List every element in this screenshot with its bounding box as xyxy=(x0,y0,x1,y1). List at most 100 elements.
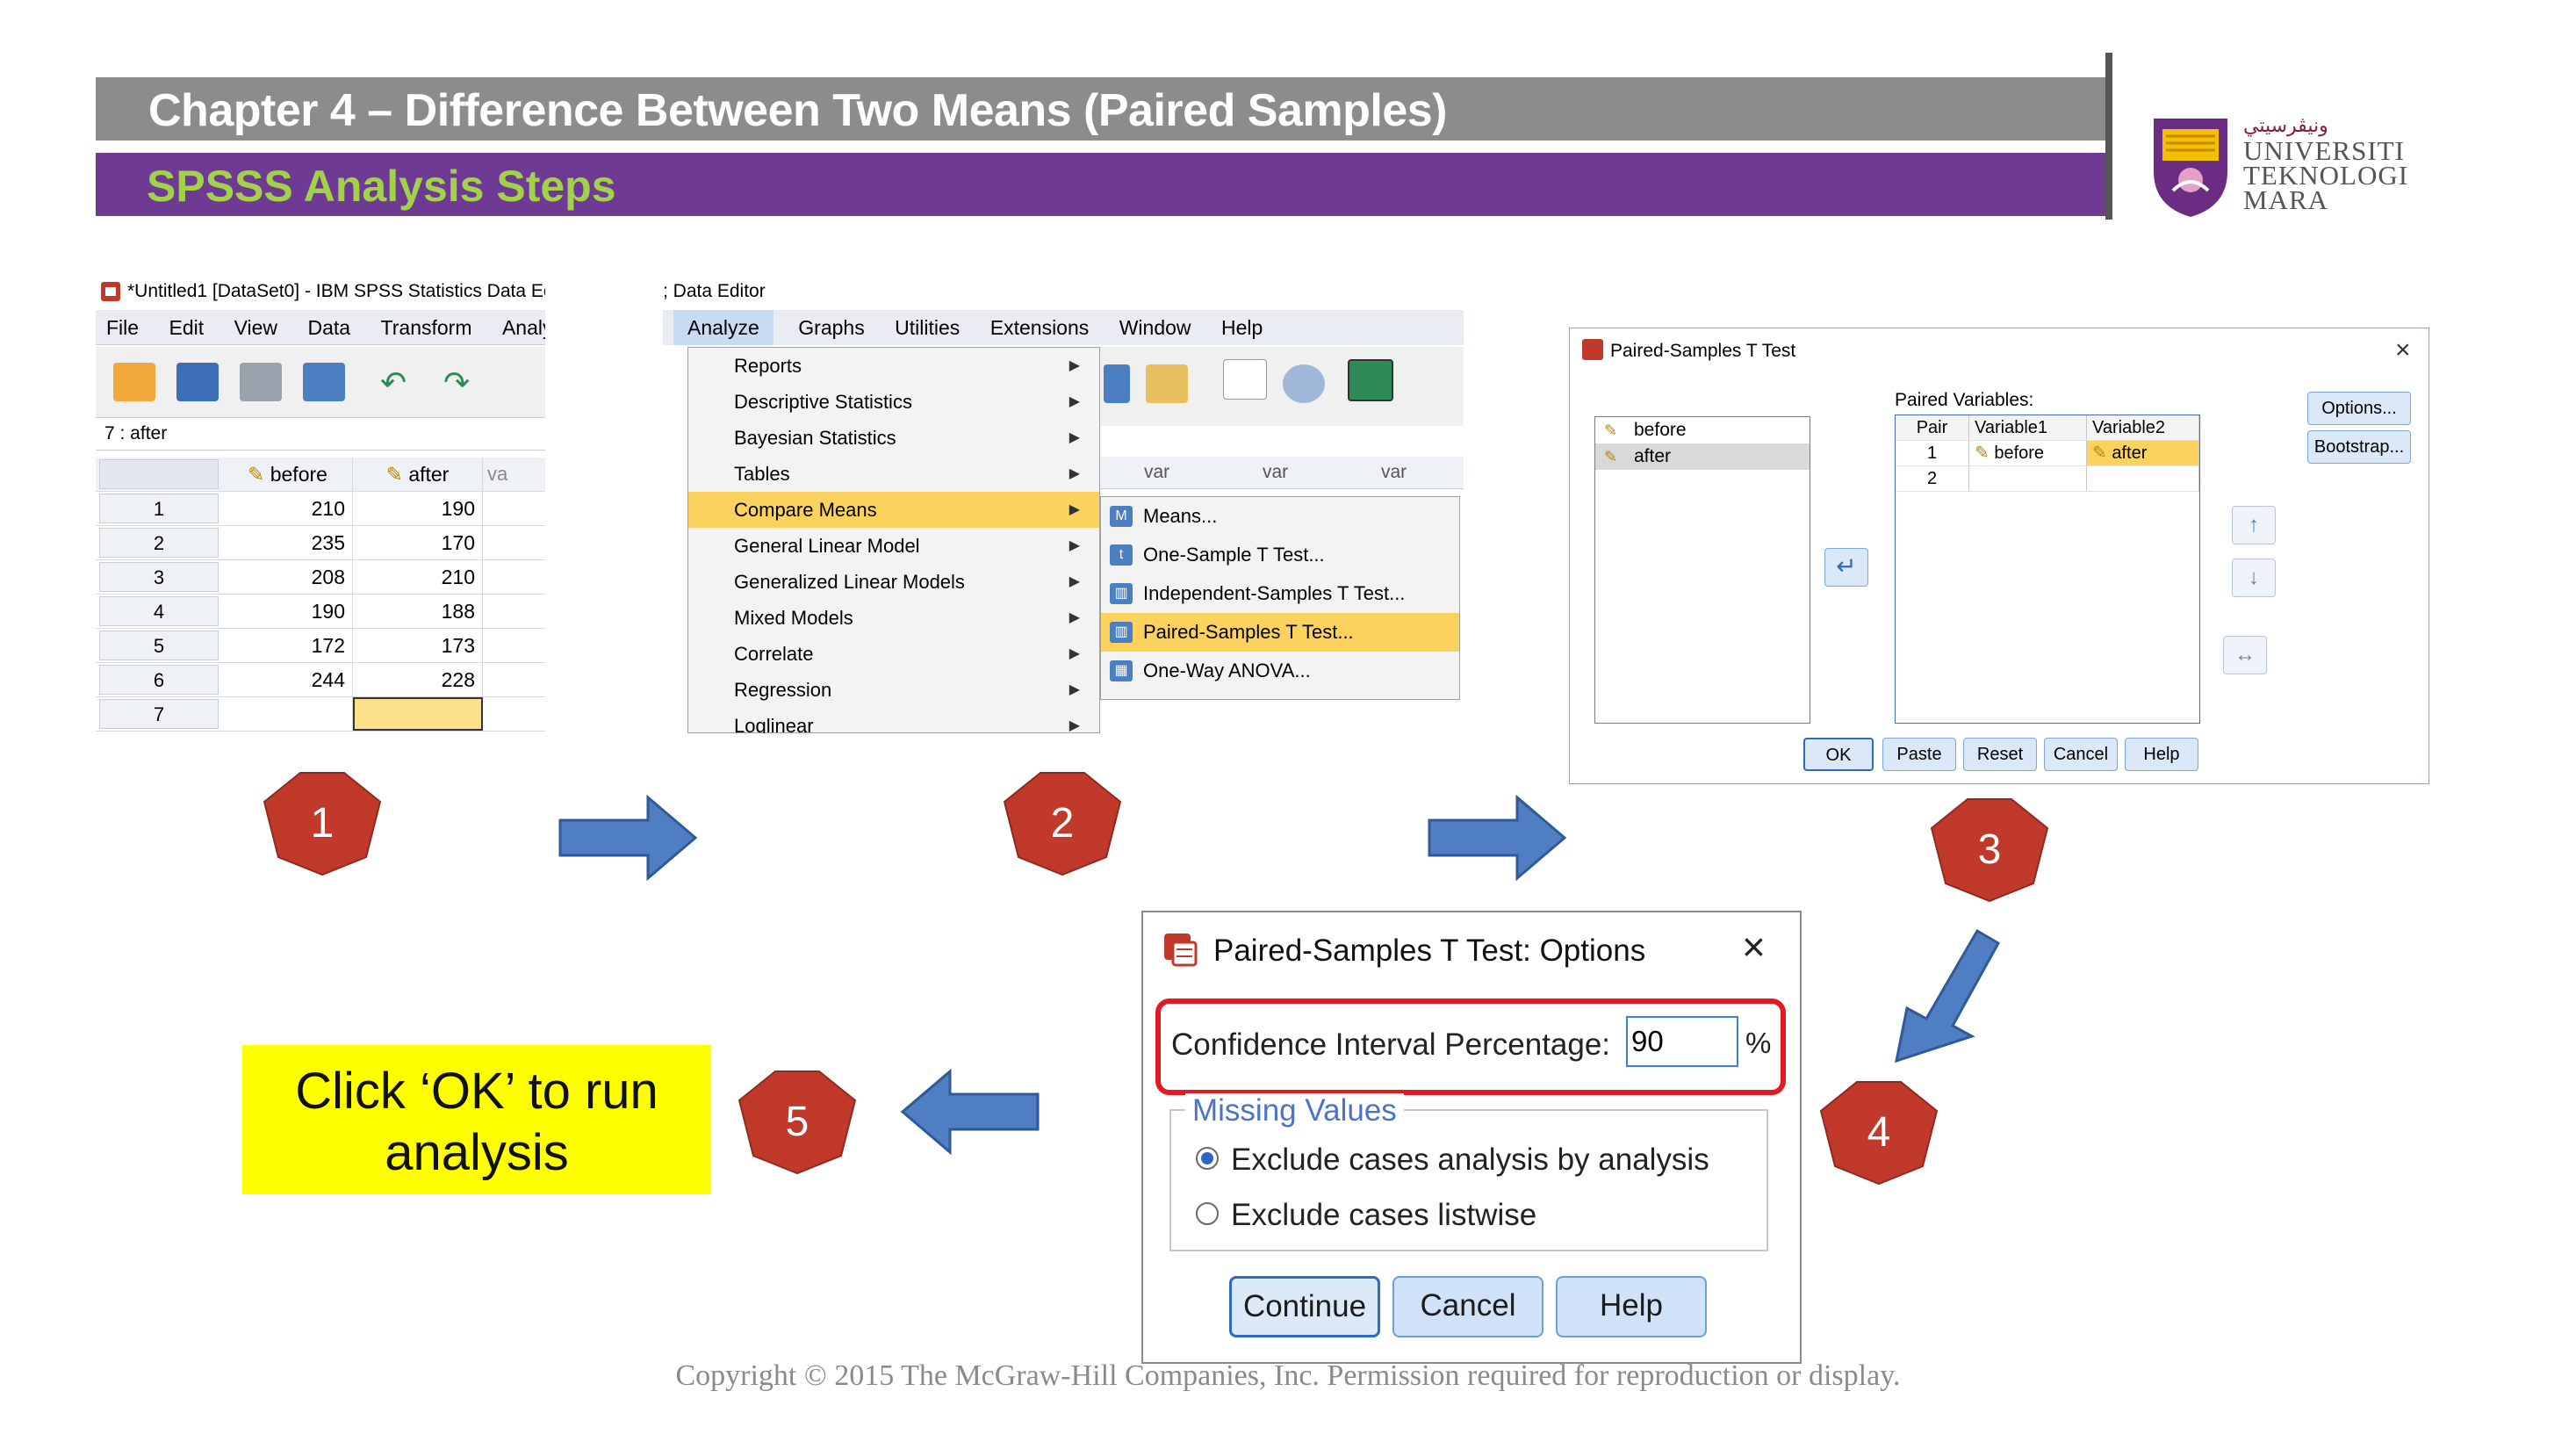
variable-label: before xyxy=(1634,420,1687,440)
menu-file[interactable]: File xyxy=(106,310,139,345)
row-number[interactable]: 6 xyxy=(99,665,219,695)
close-icon[interactable]: × xyxy=(2395,335,2411,365)
menu-window[interactable]: Window xyxy=(1119,310,1191,345)
table-icon[interactable] xyxy=(1146,364,1188,403)
menu-graphs[interactable]: Graphs xyxy=(798,310,864,345)
row-number[interactable]: 1 xyxy=(99,494,219,523)
swap-arrow-icon[interactable]: ↔ xyxy=(2223,636,2267,674)
cell-before[interactable]: 208 xyxy=(223,560,353,594)
menu-item-bayesian-statistics[interactable]: Bayesian Statistics ▶ xyxy=(688,420,1099,456)
help-button[interactable]: Help xyxy=(2125,738,2198,771)
row-number[interactable]: 2 xyxy=(99,528,219,558)
cell-after-selected[interactable] xyxy=(353,697,483,731)
source-variable-before[interactable]: ✎ before xyxy=(1595,417,1810,443)
cell-before[interactable]: 172 xyxy=(223,629,353,662)
submenu-item-means[interactable]: M Means... xyxy=(1101,497,1459,536)
radio-label-analysis-by-analysis[interactable]: Exclude cases analysis by analysis xyxy=(1231,1143,1709,1178)
cell-before[interactable]: 244 xyxy=(223,663,353,696)
pair-variable2[interactable]: ✎ after xyxy=(2087,441,2199,465)
move-arrow-button[interactable]: ↵ xyxy=(1824,548,1868,587)
save-icon[interactable] xyxy=(176,363,219,401)
menu-item-compare-means[interactable]: Compare Means ▶ xyxy=(688,492,1099,528)
menu-item-reports[interactable]: Reports ▶ xyxy=(688,348,1099,384)
menu-help[interactable]: Help xyxy=(1221,310,1263,345)
table-row[interactable]: 1 ✎ before ✎ after xyxy=(1896,441,2199,466)
cell-before[interactable]: 210 xyxy=(223,492,353,525)
redo-icon[interactable]: ↷ xyxy=(443,367,486,399)
paste-button[interactable]: Paste xyxy=(1882,738,1956,771)
menu-item-loglinear[interactable]: Loglinear ▶ xyxy=(688,708,1099,733)
menu-item-regression[interactable]: Regression ▶ xyxy=(688,672,1099,708)
menu-utilities[interactable]: Utilities xyxy=(895,310,960,345)
table-row[interactable]: 2 xyxy=(1896,466,2199,492)
dialog-recall-icon[interactable] xyxy=(303,363,345,401)
value-labels-icon[interactable] xyxy=(1223,359,1267,400)
move-down-arrow-icon[interactable]: ↓ xyxy=(2232,559,2276,597)
cell-before[interactable] xyxy=(223,697,353,731)
continue-button[interactable]: Continue xyxy=(1229,1276,1380,1337)
column-header-after[interactable]: ✎ after xyxy=(353,458,483,491)
radio-label-listwise[interactable]: Exclude cases listwise xyxy=(1231,1198,1536,1233)
move-up-arrow-icon[interactable]: ↑ xyxy=(2232,506,2276,544)
cell-after[interactable]: 190 xyxy=(353,492,483,525)
cell-before[interactable]: 190 xyxy=(223,595,353,628)
menu-data[interactable]: Data xyxy=(308,310,351,345)
circles-icon[interactable] xyxy=(1283,364,1325,403)
submenu-item-independent-samples-t-test[interactable]: ▥ Independent-Samples T Test... xyxy=(1101,574,1459,613)
cancel-button[interactable]: Cancel xyxy=(2044,738,2118,771)
compare-means-submenu: M Means... t One-Sample T Test... ▥ Indepen… xyxy=(1100,496,1460,700)
options-button[interactable]: Options... xyxy=(2307,392,2411,425)
print-icon[interactable] xyxy=(240,363,282,401)
pair-variable2[interactable] xyxy=(2087,466,2199,491)
close-icon[interactable]: × xyxy=(1742,923,1766,970)
radio-listwise[interactable] xyxy=(1196,1202,1219,1225)
source-variable-list[interactable]: ✎ before ✎ after xyxy=(1594,416,1810,724)
menu-analyze[interactable]: Analyze xyxy=(673,310,774,345)
add-icon[interactable] xyxy=(1348,359,1393,401)
column-header-var[interactable]: var xyxy=(1144,462,1169,483)
menu-item-generalized-linear-models[interactable]: Generalized Linear Models ▶ xyxy=(688,564,1099,600)
pair-variable1[interactable] xyxy=(1969,466,2087,491)
open-folder-icon[interactable] xyxy=(113,363,155,401)
cell-after[interactable]: 210 xyxy=(353,560,483,594)
row-number[interactable]: 3 xyxy=(99,562,219,592)
menu-edit[interactable]: Edit xyxy=(169,310,205,345)
paired-variables-table[interactable]: Pair Variable1 Variable2 1 ✎ before ✎ af… xyxy=(1895,415,2200,724)
pair-variable1[interactable]: ✎ before xyxy=(1969,441,2087,465)
menu-item-correlate[interactable]: Correlate ▶ xyxy=(688,636,1099,672)
menu-view[interactable]: View xyxy=(234,310,277,345)
menu-transform[interactable]: Transform xyxy=(381,310,472,345)
source-variable-after[interactable]: ✎ after xyxy=(1595,443,1810,470)
bootstrap-button[interactable]: Bootstrap... xyxy=(2307,430,2411,464)
reset-button[interactable]: Reset xyxy=(1963,738,2037,771)
cell-before[interactable]: 235 xyxy=(223,526,353,559)
column-header-var[interactable]: var xyxy=(1263,462,1288,483)
confidence-interval-input[interactable]: 90 xyxy=(1626,1016,1738,1067)
row-number[interactable]: 4 xyxy=(99,596,219,626)
row-number[interactable]: 5 xyxy=(99,631,219,660)
ok-button[interactable]: OK xyxy=(1803,738,1874,771)
column-header-var[interactable]: var xyxy=(1381,462,1407,483)
menu-item-general-linear-model[interactable]: General Linear Model ▶ xyxy=(688,528,1099,564)
submenu-item-one-way-anova[interactable]: ▦ One-Way ANOVA... xyxy=(1101,652,1459,690)
menu-item-mixed-models[interactable]: Mixed Models ▶ xyxy=(688,600,1099,636)
cancel-button[interactable]: Cancel xyxy=(1392,1276,1543,1337)
row-number[interactable]: 7 xyxy=(99,699,219,729)
cell-after[interactable]: 170 xyxy=(353,526,483,559)
help-button[interactable]: Help xyxy=(1556,1276,1707,1337)
menu-item-descriptive-statistics[interactable]: Descriptive Statistics ▶ xyxy=(688,384,1099,420)
radio-analysis-by-analysis[interactable] xyxy=(1196,1147,1219,1170)
column-header-var[interactable]: va xyxy=(487,463,507,486)
grid-icon[interactable] xyxy=(1104,364,1130,403)
menu-extensions[interactable]: Extensions xyxy=(990,310,1090,345)
submenu-item-one-sample-t-test[interactable]: t One-Sample T Test... xyxy=(1101,536,1459,574)
scale-pencil-icon: ✎ xyxy=(248,463,265,486)
undo-icon[interactable]: ↶ xyxy=(380,367,422,399)
submenu-item-paired-samples-t-test[interactable]: ▥ Paired-Samples T Test... xyxy=(1101,613,1459,652)
cell-after[interactable]: 228 xyxy=(353,663,483,696)
cell-after[interactable]: 173 xyxy=(353,629,483,662)
column-header-before[interactable]: ✎ before xyxy=(223,458,353,491)
menu-item-tables[interactable]: Tables ▶ xyxy=(688,456,1099,492)
cell-after[interactable]: 188 xyxy=(353,595,483,628)
menu-analyze[interactable]: Analy xyxy=(502,310,545,345)
